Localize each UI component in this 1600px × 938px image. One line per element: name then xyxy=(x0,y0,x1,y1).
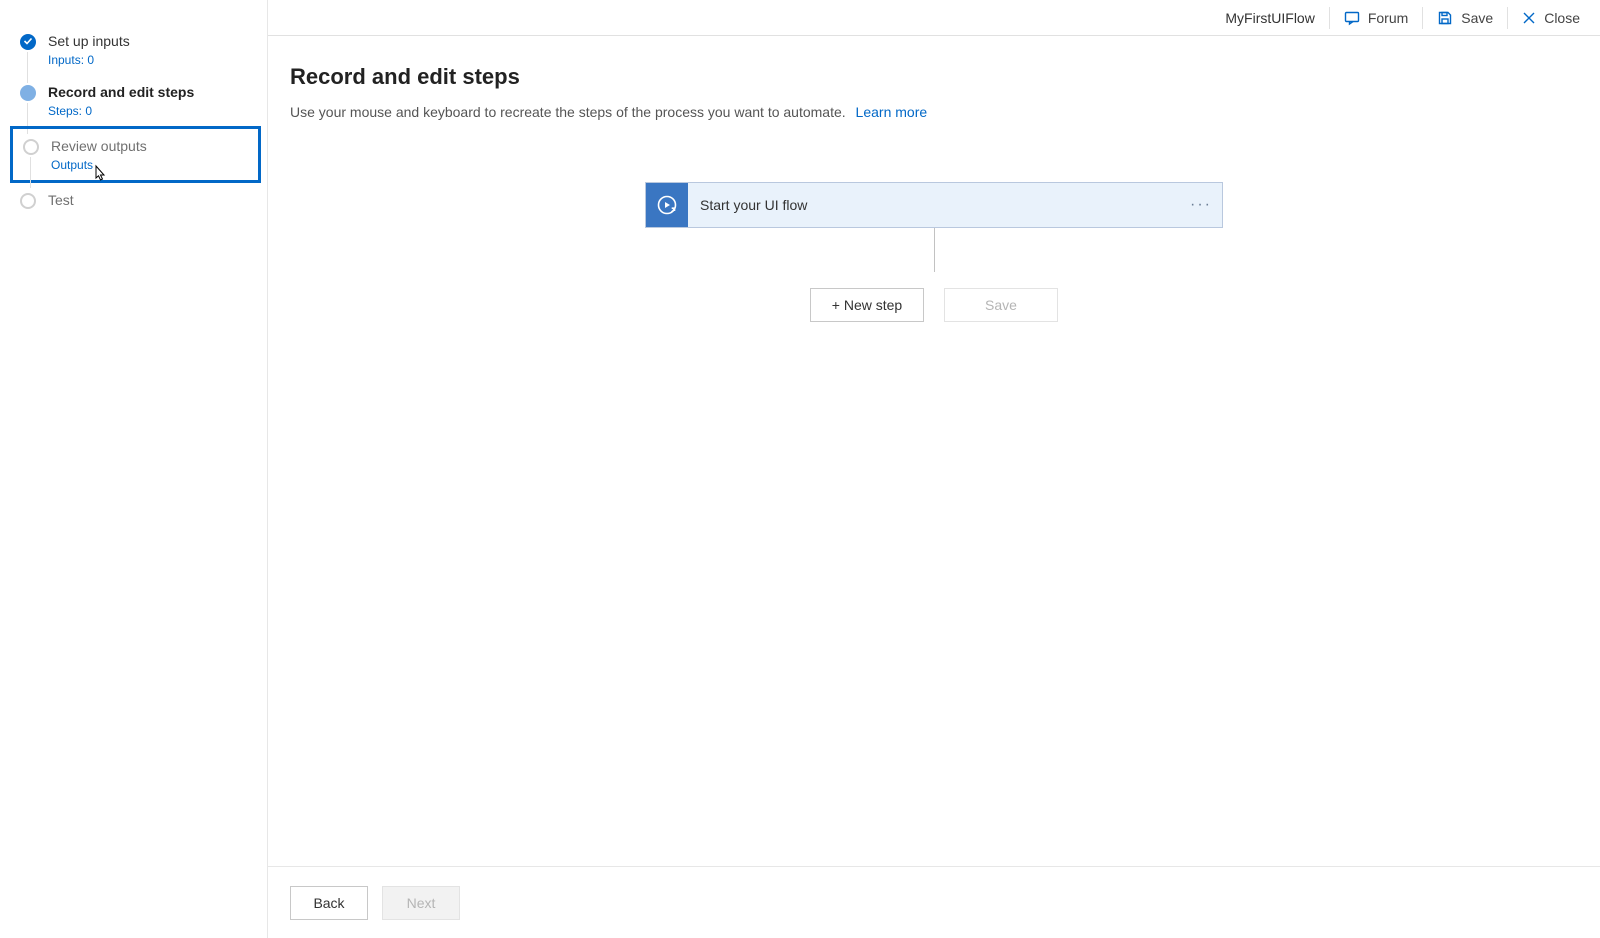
main-content: Record and edit steps Use your mouse and… xyxy=(268,36,1600,866)
close-label: Close xyxy=(1544,10,1580,26)
save-label: Save xyxy=(1461,10,1493,26)
learn-more-link[interactable]: Learn more xyxy=(856,104,928,120)
save-icon xyxy=(1437,10,1453,26)
save-button[interactable]: Save xyxy=(1423,0,1507,36)
close-icon xyxy=(1522,11,1536,25)
play-record-icon xyxy=(646,182,688,228)
flow-name: MyFirstUIFlow xyxy=(1211,10,1328,26)
wizard-footer: Back Next xyxy=(268,866,1600,938)
step-bullet-check-icon xyxy=(20,34,36,50)
wizard-sidebar: Set up inputs Inputs: 0 Record and edit … xyxy=(0,0,268,938)
step-subtitle: Steps: 0 xyxy=(48,104,255,118)
forum-label: Forum xyxy=(1368,10,1408,26)
step-record-edit[interactable]: Record and edit steps Steps: 0 xyxy=(0,75,267,126)
back-button[interactable]: Back xyxy=(290,886,368,920)
step-title: Review outputs xyxy=(51,137,246,155)
page-title: Record and edit steps xyxy=(290,64,1578,90)
step-bullet-current-icon xyxy=(20,85,36,101)
new-step-button[interactable]: + New step xyxy=(810,288,924,322)
flow-connector xyxy=(290,228,1578,272)
chat-icon xyxy=(1344,10,1360,26)
step-title: Record and edit steps xyxy=(48,83,255,101)
save-step-button[interactable]: Save xyxy=(944,288,1058,322)
step-bullet-pending-icon xyxy=(23,139,39,155)
close-button[interactable]: Close xyxy=(1508,0,1594,36)
step-review-outputs[interactable]: Review outputs Outputs xyxy=(10,126,261,183)
step-title: Test xyxy=(48,191,255,209)
step-setup-inputs[interactable]: Set up inputs Inputs: 0 xyxy=(0,24,267,75)
step-title: Set up inputs xyxy=(48,32,255,50)
step-bullet-pending-icon xyxy=(20,193,36,209)
next-button[interactable]: Next xyxy=(382,886,460,920)
flow-card-title: Start your UI flow xyxy=(688,197,1180,213)
step-test[interactable]: Test xyxy=(0,183,267,217)
more-menu-icon[interactable]: ··· xyxy=(1180,196,1222,214)
page-description: Use your mouse and keyboard to recreate … xyxy=(290,104,1578,120)
step-subtitle: Outputs xyxy=(51,158,246,172)
top-toolbar: MyFirstUIFlow Forum Save Close xyxy=(268,0,1600,36)
step-subtitle: Inputs: 0 xyxy=(48,53,255,67)
forum-button[interactable]: Forum xyxy=(1330,0,1422,36)
page-description-text: Use your mouse and keyboard to recreate … xyxy=(290,104,846,120)
flow-start-card[interactable]: Start your UI flow ··· xyxy=(645,182,1223,228)
